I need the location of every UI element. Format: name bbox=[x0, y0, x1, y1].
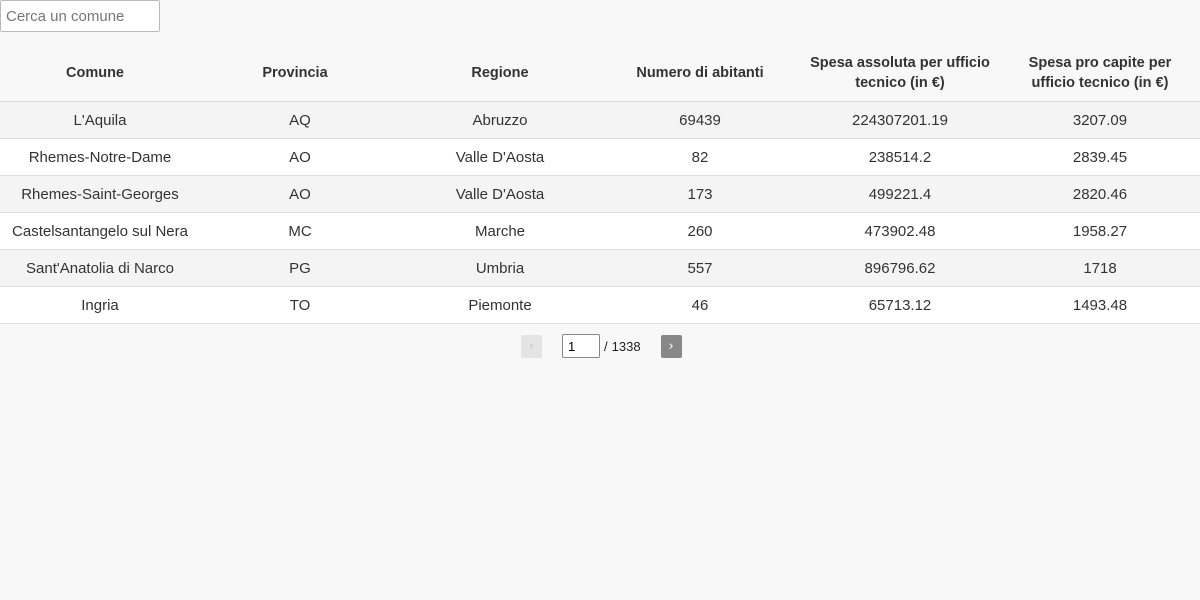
header-row: Comune Provincia Regione Numero di abita… bbox=[0, 44, 1200, 102]
column-header-regione[interactable]: Regione bbox=[400, 44, 600, 102]
table-row: Rhemes-Saint-Georges AO Valle D'Aosta 17… bbox=[0, 175, 1200, 213]
column-header-comune[interactable]: Comune bbox=[0, 44, 200, 102]
cell-abitanti: 82 bbox=[600, 138, 800, 176]
next-page-button[interactable]: › bbox=[660, 334, 682, 358]
cell-provincia: MC bbox=[200, 212, 400, 250]
cell-regione: Marche bbox=[400, 212, 600, 250]
total-pages: 1338 bbox=[611, 338, 641, 354]
cell-provincia: PG bbox=[200, 249, 400, 287]
prev-page-button[interactable]: ‹ bbox=[521, 334, 542, 358]
cell-comune: L'Aquila bbox=[0, 101, 200, 139]
table-header: Comune Provincia Regione Numero di abita… bbox=[0, 44, 1200, 102]
search-input[interactable] bbox=[0, 0, 160, 32]
cell-provincia: AQ bbox=[200, 101, 400, 139]
cell-abitanti: 173 bbox=[600, 175, 800, 213]
cell-comune: Ingria bbox=[0, 286, 200, 324]
table-row: Rhemes-Notre-Dame AO Valle D'Aosta 82 23… bbox=[0, 138, 1200, 176]
cell-regione: Abruzzo bbox=[400, 101, 600, 139]
table-body: L'Aquila AQ Abruzzo 69439 224307201.19 3… bbox=[0, 101, 1200, 324]
data-table: Comune Provincia Regione Numero di abita… bbox=[0, 44, 1200, 324]
cell-comune: Rhemes-Saint-Georges bbox=[0, 175, 200, 213]
table-row: Ingria TO Piemonte 46 65713.12 1493.48 bbox=[0, 286, 1200, 324]
cell-spesa-assoluta: 224307201.19 bbox=[800, 101, 1000, 139]
cell-regione: Umbria bbox=[400, 249, 600, 287]
cell-spesa-pro-capite: 1718 bbox=[1000, 249, 1200, 287]
column-header-abitanti[interactable]: Numero di abitanti bbox=[600, 44, 800, 102]
cell-spesa-assoluta: 473902.48 bbox=[800, 212, 1000, 250]
cell-regione: Piemonte bbox=[400, 286, 600, 324]
search-container bbox=[0, 0, 160, 32]
page-total: / 1338 bbox=[604, 339, 641, 354]
cell-abitanti: 46 bbox=[600, 286, 800, 324]
table-row: Sant'Anatolia di Narco PG Umbria 557 896… bbox=[0, 249, 1200, 287]
column-header-spesa-assoluta[interactable]: Spesa assoluta per ufficio tecnico (in €… bbox=[800, 44, 1000, 102]
cell-spesa-assoluta: 65713.12 bbox=[800, 286, 1000, 324]
cell-regione: Valle D'Aosta bbox=[400, 175, 600, 213]
column-header-provincia[interactable]: Provincia bbox=[200, 44, 400, 102]
cell-abitanti: 557 bbox=[600, 249, 800, 287]
pagination: ‹ / 1338 › bbox=[521, 334, 682, 358]
cell-regione: Valle D'Aosta bbox=[400, 138, 600, 176]
cell-comune: Castelsantangelo sul Nera bbox=[0, 212, 200, 250]
cell-comune: Sant'Anatolia di Narco bbox=[0, 249, 200, 287]
page-separator: / bbox=[604, 338, 608, 354]
cell-spesa-assoluta: 499221.4 bbox=[800, 175, 1000, 213]
cell-comune: Rhemes-Notre-Dame bbox=[0, 138, 200, 176]
cell-provincia: TO bbox=[200, 286, 400, 324]
cell-spesa-assoluta: 896796.62 bbox=[800, 249, 1000, 287]
cell-spesa-assoluta: 238514.2 bbox=[800, 138, 1000, 176]
column-header-spesa-pro-capite[interactable]: Spesa pro capite per ufficio tecnico (in… bbox=[1000, 44, 1200, 102]
cell-abitanti: 69439 bbox=[600, 101, 800, 139]
cell-spesa-pro-capite: 1493.48 bbox=[1000, 286, 1200, 324]
table-row: L'Aquila AQ Abruzzo 69439 224307201.19 3… bbox=[0, 101, 1200, 139]
page-number-input[interactable] bbox=[562, 334, 600, 358]
cell-provincia: AO bbox=[200, 138, 400, 176]
cell-provincia: AO bbox=[200, 175, 400, 213]
cell-spesa-pro-capite: 2820.46 bbox=[1000, 175, 1200, 213]
table-row: Castelsantangelo sul Nera MC Marche 260 … bbox=[0, 212, 1200, 250]
cell-spesa-pro-capite: 2839.45 bbox=[1000, 138, 1200, 176]
cell-spesa-pro-capite: 1958.27 bbox=[1000, 212, 1200, 250]
cell-spesa-pro-capite: 3207.09 bbox=[1000, 101, 1200, 139]
cell-abitanti: 260 bbox=[600, 212, 800, 250]
